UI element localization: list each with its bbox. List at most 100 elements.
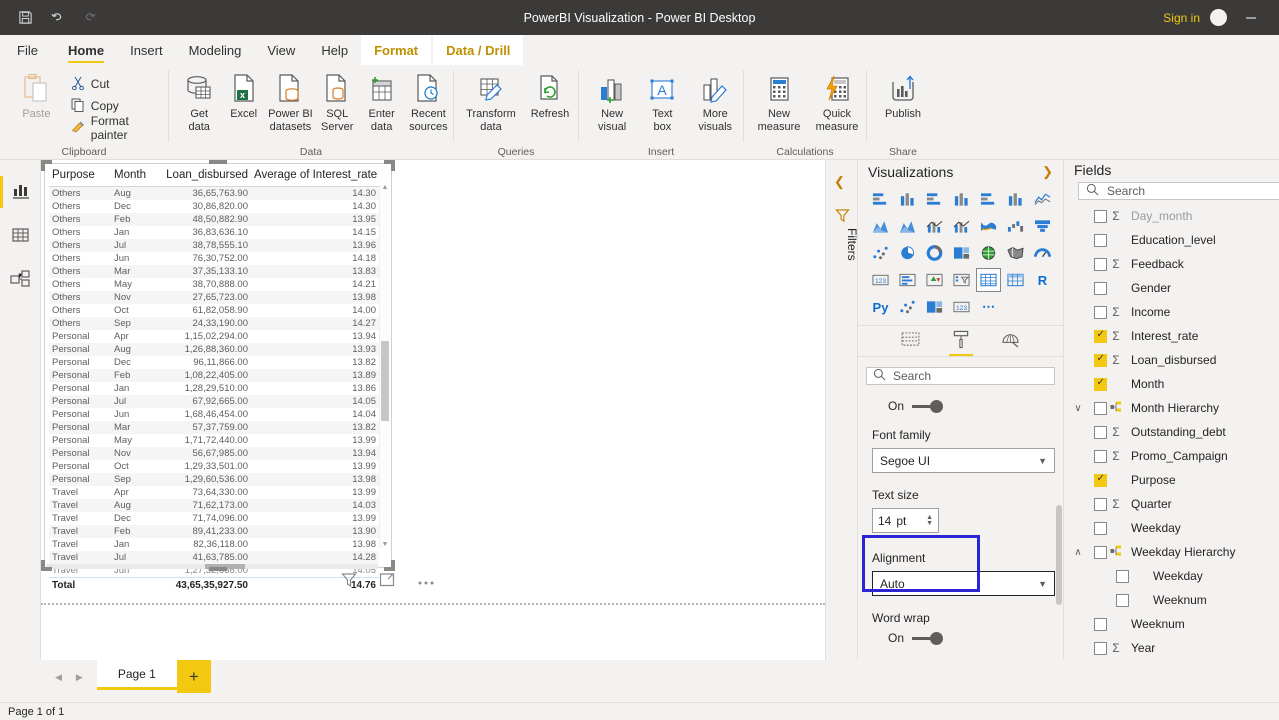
table-row[interactable]: Travel Apr 73,64,330.00 13.99 <box>49 486 379 499</box>
qna-icon[interactable]: 123 <box>949 295 974 319</box>
line-stacked-column-chart-icon[interactable] <box>922 214 947 238</box>
enter-data-button[interactable]: Enter data <box>359 69 403 133</box>
filled-map-icon[interactable] <box>1003 241 1028 265</box>
stepper-arrows[interactable]: ▲ ▼ <box>926 514 933 527</box>
refresh-button[interactable]: Refresh <box>522 69 578 121</box>
resize-handle-top[interactable] <box>209 160 227 164</box>
field-item-quarter[interactable]: Σ Quarter <box>1064 492 1279 516</box>
table-row[interactable]: Travel Feb 89,41,233.00 13.90 <box>49 525 379 538</box>
field-checkbox[interactable] <box>1094 545 1107 559</box>
font-family-select[interactable]: Segoe UI ▼ <box>872 448 1055 473</box>
format-pane-tab[interactable] <box>947 326 975 356</box>
scroll-up-icon[interactable]: ▲ <box>380 183 390 193</box>
table-row[interactable]: Personal Feb 1,08,22,405.00 13.89 <box>49 369 379 382</box>
field-checkbox[interactable] <box>1094 233 1107 247</box>
sql-server-button[interactable]: SQL Server <box>315 69 359 133</box>
more-visuals-button[interactable]: More visuals <box>687 69 743 133</box>
page-next-icon[interactable]: ▶ <box>76 672 83 683</box>
recent-sources-button[interactable]: Recent sources <box>404 69 453 133</box>
table-row[interactable]: Personal Dec 96,11,866.00 13.82 <box>49 356 379 369</box>
field-checkbox[interactable] <box>1094 353 1107 367</box>
resize-handle-top-left2[interactable] <box>41 160 45 171</box>
chevron-up-icon[interactable]: ∧ <box>1070 547 1086 558</box>
table-row[interactable]: Travel Dec 71,74,096.00 13.99 <box>49 512 379 525</box>
resize-handle-bottom[interactable] <box>209 567 227 571</box>
table-row[interactable]: Others May 38,70,888.00 14.21 <box>49 278 379 291</box>
excel-button[interactable]: x Excel <box>221 69 265 121</box>
field-checkbox[interactable] <box>1094 617 1107 631</box>
field-checkbox[interactable] <box>1116 569 1129 583</box>
table-row[interactable]: Others Feb 48,50,882.90 13.95 <box>49 213 379 226</box>
python-visual-icon[interactable]: Py <box>868 295 893 319</box>
multi-row-card-icon[interactable] <box>895 268 920 292</box>
visual-type-gallery[interactable]: 123 R Py 123 ⋯ <box>858 183 1063 325</box>
quick-measure-button[interactable]: Quick measure <box>808 69 866 133</box>
ribbon-chart-icon[interactable] <box>976 214 1001 238</box>
chevron-right-icon[interactable]: ❯ <box>1042 164 1053 180</box>
cut-button[interactable]: Cut <box>65 73 168 95</box>
field-item-interest-rate[interactable]: Σ Interest_rate <box>1064 324 1279 348</box>
treemap-icon[interactable] <box>949 241 974 265</box>
field-item-gender[interactable]: Gender <box>1064 276 1279 300</box>
format-painter-button[interactable]: Format painter <box>65 114 168 142</box>
funnel-chart-icon[interactable] <box>1030 214 1055 238</box>
table-visual-grid[interactable]: Purpose Month Loan_disbursed Average of … <box>49 167 379 592</box>
table-row[interactable]: Personal Apr 1,15,02,294.00 13.94 <box>49 330 379 343</box>
field-checkbox[interactable] <box>1094 281 1107 295</box>
table-row[interactable]: Personal May 1,71,72,440.00 13.99 <box>49 434 379 447</box>
word-wrap-toggle[interactable]: On <box>872 631 1055 645</box>
field-item-weeknum[interactable]: Weeknum <box>1064 612 1279 636</box>
fields-pane-tab[interactable] <box>897 326 925 356</box>
key-influencers-icon[interactable] <box>895 295 920 319</box>
stacked-bar-chart-icon[interactable] <box>868 187 893 211</box>
decomposition-tree-icon[interactable] <box>922 295 947 319</box>
new-visual-button[interactable]: New visual <box>587 69 637 133</box>
table-row[interactable]: Others Jan 36,83,636.10 14.15 <box>49 226 379 239</box>
stacked-area-chart-icon[interactable] <box>895 214 920 238</box>
100-stacked-bar-chart-icon[interactable] <box>976 187 1001 211</box>
publish-button[interactable]: Publish <box>875 69 931 121</box>
field-checkbox[interactable] <box>1094 521 1107 535</box>
analytics-pane-tab[interactable] <box>997 326 1025 356</box>
undo-icon[interactable] <box>44 6 70 30</box>
field-checkbox[interactable] <box>1094 305 1107 319</box>
sidebar-item-model-view[interactable] <box>0 258 41 302</box>
save-icon[interactable] <box>12 6 38 30</box>
resize-handle-bottom-left2[interactable] <box>41 560 45 571</box>
table-row[interactable]: Personal Nov 56,67,985.00 13.94 <box>49 447 379 460</box>
field-item-promo-campaign[interactable]: Σ Promo_Campaign <box>1064 444 1279 468</box>
tab-file[interactable]: File <box>0 35 55 65</box>
redo-icon[interactable] <box>76 6 102 30</box>
field-item-day-month[interactable]: Σ Day_month <box>1064 204 1279 228</box>
field-item-year[interactable]: Σ Year <box>1064 636 1279 660</box>
table-row[interactable]: Others Mar 37,35,133.10 13.83 <box>49 265 379 278</box>
sign-in-link[interactable]: Sign in <box>1163 11 1200 25</box>
table-row[interactable]: Personal Jun 1,68,46,454.00 14.04 <box>49 408 379 421</box>
table-row[interactable]: Others Aug 36,65,763.90 14.30 <box>49 186 379 200</box>
filter-icon[interactable] <box>341 572 357 591</box>
text-size-stepper[interactable]: 14 pt ▲ ▼ <box>872 508 939 533</box>
matrix-icon[interactable] <box>1003 268 1028 292</box>
field-item-weekday[interactable]: Weekday <box>1064 516 1279 540</box>
field-checkbox[interactable] <box>1094 329 1107 343</box>
column-header-month[interactable]: Month <box>111 167 153 187</box>
focus-mode-icon[interactable] <box>379 572 395 591</box>
table-vertical-scrollbar[interactable]: ▲ ▼ <box>379 183 390 548</box>
page-tab-page-1[interactable]: Page 1 <box>96 660 177 690</box>
resize-handle-bottom-right2[interactable] <box>391 560 395 571</box>
fields-list[interactable]: Σ Day_month Education_level Σ Feedback Gender… <box>1064 204 1279 660</box>
tab-help[interactable]: Help <box>308 35 361 65</box>
field-checkbox[interactable] <box>1094 257 1107 271</box>
minimize-icon[interactable] <box>1237 6 1265 30</box>
table-visual[interactable]: Purpose Month Loan_disbursed Average of … <box>41 160 395 592</box>
field-item-weekday-hierarchy[interactable]: ∧ Weekday Hierarchy <box>1064 540 1279 564</box>
line-clustered-column-chart-icon[interactable] <box>949 214 974 238</box>
donut-chart-icon[interactable] <box>922 241 947 265</box>
sidebar-item-report-view[interactable] <box>0 170 41 214</box>
stepper-down-icon[interactable]: ▼ <box>926 520 933 527</box>
table-row[interactable]: Personal Mar 57,37,759.00 13.82 <box>49 421 379 434</box>
avatar[interactable] <box>1210 9 1227 26</box>
100-stacked-column-chart-icon[interactable] <box>1003 187 1028 211</box>
tab-insert[interactable]: Insert <box>117 35 176 65</box>
field-checkbox[interactable] <box>1094 425 1107 439</box>
